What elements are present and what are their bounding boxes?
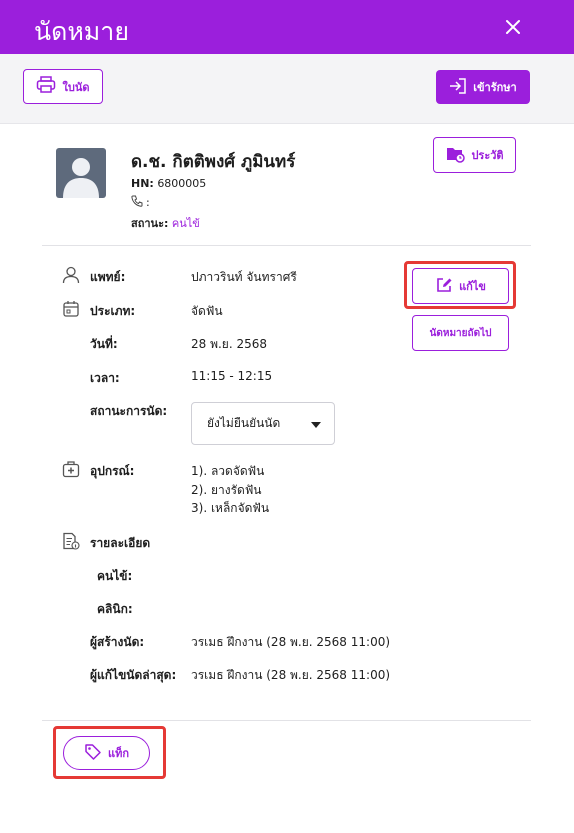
- details-title: รายละเอียด: [90, 536, 151, 550]
- tag-button[interactable]: แท็ก: [63, 736, 150, 770]
- time-label: เวลา:: [90, 371, 120, 385]
- print-appointment-label: ใบนัด: [62, 80, 90, 94]
- equipment-item: 1). ลวดจัดฟัน: [191, 464, 265, 478]
- patient-name: ด.ช. กิตติพงศ์ ภูมินทร์: [131, 152, 296, 172]
- hn-value: 6800005: [157, 177, 207, 190]
- last-editor-value: วรเมธ ฝึกงาน (28 พ.ย. 2568 11:00): [191, 668, 391, 682]
- equipment-label: อุปกรณ์:: [90, 464, 135, 478]
- patient-hn: HN: 6800005: [131, 177, 206, 190]
- doctor-icon: [62, 266, 80, 288]
- print-appointment-button[interactable]: ใบนัด: [23, 69, 103, 104]
- section-divider: [42, 245, 531, 246]
- doctor-label: แพทย์:: [90, 270, 126, 284]
- history-button[interactable]: ประวัติ: [433, 137, 516, 173]
- next-appointment-button[interactable]: นัดหมายถัดไป: [412, 315, 509, 351]
- modal-header: นัดหมาย: [0, 0, 574, 54]
- time-value: 11:15 - 12:15: [191, 369, 273, 383]
- edit-icon: [435, 276, 459, 297]
- hn-label: HN:: [131, 177, 154, 190]
- next-appointment-label: นัดหมายถัดไป: [429, 327, 492, 339]
- appointment-status-value: ยังไม่ยืนยันนัด: [207, 416, 281, 430]
- medical-kit-icon: [62, 460, 80, 482]
- tag-label: แท็ก: [107, 747, 129, 760]
- login-arrow-icon: [449, 77, 473, 97]
- footer-divider: [42, 720, 531, 721]
- last-editor-label: ผู้แก้ไขนัดล่าสุด:: [90, 668, 177, 682]
- modal-title: นัดหมาย: [34, 17, 129, 46]
- patient-status-value: คนไข้: [171, 217, 200, 230]
- tag-icon: [84, 743, 108, 764]
- creator-label: ผู้สร้างนัด:: [90, 635, 145, 649]
- start-treatment-button[interactable]: เข้ารักษา: [436, 70, 530, 104]
- printer-icon: [36, 76, 62, 97]
- patient-status: สถานะ: คนไข้: [131, 214, 200, 232]
- details-patient-label: คนไข้:: [97, 569, 133, 583]
- date-label: วันที่:: [90, 337, 118, 351]
- appointment-status-select[interactable]: ยังไม่ยืนยันนัด: [191, 402, 335, 445]
- type-label: ประเภท:: [90, 304, 136, 318]
- document-info-icon: [62, 532, 80, 554]
- patient-avatar: [56, 148, 106, 198]
- history-folder-icon: [445, 145, 471, 166]
- creator-value: วรเมธ ฝึกงาน (28 พ.ย. 2568 11:00): [191, 635, 391, 649]
- patient-phone: :: [131, 195, 150, 210]
- date-value: 28 พ.ย. 2568: [191, 337, 268, 351]
- details-clinic-label: คลินิก:: [97, 602, 133, 616]
- calendar-icon: [62, 300, 80, 322]
- equipment-item: 3). เหล็กจัดฟัน: [191, 501, 270, 515]
- history-label: ประวัติ: [471, 149, 504, 162]
- doctor-value: ปภาวรินท์ จันทราศรี: [191, 270, 297, 284]
- patient-status-label: สถานะ:: [131, 217, 169, 230]
- phone-value: :: [146, 196, 150, 209]
- toolbar: ใบนัด เข้ารักษา: [0, 54, 574, 124]
- chevron-down-icon: [311, 422, 321, 428]
- type-value: จัดฟัน: [191, 304, 223, 318]
- equipment-list: 1). ลวดจัดฟัน 2). ยางรัดฟัน 3). เหล็กจัด…: [191, 462, 269, 518]
- edit-label: แก้ไข: [459, 280, 486, 293]
- phone-icon: [131, 195, 143, 210]
- appointment-status-label: สถานะการนัด:: [90, 404, 168, 418]
- equipment-item: 2). ยางรัดฟัน: [191, 482, 262, 497]
- close-icon[interactable]: [502, 16, 524, 38]
- start-treatment-label: เข้ารักษา: [473, 81, 517, 94]
- edit-button[interactable]: แก้ไข: [412, 268, 509, 304]
